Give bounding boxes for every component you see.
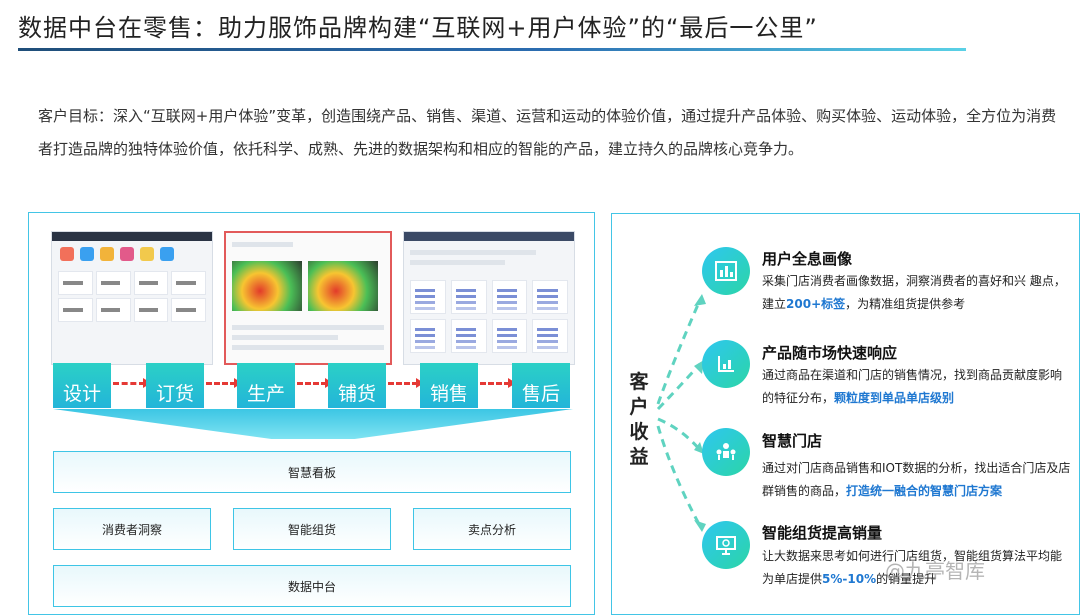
benefit-title: 智慧门店 — [762, 432, 823, 450]
smart-assortment-box: 智能组货 — [233, 508, 391, 550]
arrow-icon — [480, 378, 516, 388]
smart-dashboard-box: 智慧看板 — [53, 451, 571, 493]
arrow-icon — [388, 378, 424, 388]
presentation-icon — [702, 521, 750, 569]
value-chain-panel: 设计 订货 生产 铺货 销售 售后 智慧看板 消费者洞察 智能组货 卖点分析 数… — [28, 212, 595, 615]
benefit-title: 产品随市场快速响应 — [762, 344, 898, 362]
customer-benefit-panel: 客户收益 用户全息画像 采集门店消费者画像数据，洞察消费者的喜好和兴 趣点，建立… — [611, 213, 1080, 615]
stage-sales: 销售 — [420, 363, 478, 408]
watermark: @九亭智库 — [885, 559, 985, 583]
stage-production: 生产 — [237, 363, 295, 408]
benefit-title: 用户全息画像 — [762, 250, 853, 268]
stage-design: 设计 — [53, 363, 111, 408]
store-network-icon — [702, 428, 750, 476]
arrow-icon — [206, 378, 242, 388]
axis-chart-icon — [702, 340, 750, 388]
benefit-title: 智能组货提高销量 — [762, 524, 883, 542]
title-underline — [18, 48, 966, 51]
stage-order: 订货 — [146, 363, 204, 408]
analytics-screenshot — [403, 231, 575, 365]
benefit-description: 采集门店消费者画像数据，洞察消费者的喜好和兴 趣点，建立200+标签，为精准组货… — [762, 274, 1066, 311]
heatmap-screenshot — [224, 231, 392, 365]
arrow-icon — [113, 378, 151, 388]
intro-paragraph: 客户目标：深入“互联网+用户体验”变革，创造围绕产品、销售、渠道、运营和运动的体… — [38, 107, 1057, 158]
stage-distribution: 铺货 — [328, 363, 386, 408]
funnel-shape — [53, 409, 573, 439]
page-title: 数据中台在零售：助力服饰品牌构建“互联网+用户体验”的“最后一公里” — [18, 14, 818, 42]
bar-chart-icon — [702, 247, 750, 295]
consumer-insight-box: 消费者洞察 — [53, 508, 211, 550]
data-platform-box: 数据中台 — [53, 565, 571, 607]
benefit-description: 通过对门店商品销售和IOT数据的分析，找出适合门店及店群销售的商品，打造统一融合… — [762, 461, 1071, 498]
arrow-icon — [297, 378, 333, 388]
benefit-description: 通过商品在渠道和门店的销售情况，找到商品贡献度影响的特征分布，颗粒度到单品单店级… — [762, 368, 1063, 405]
selling-point-box: 卖点分析 — [413, 508, 571, 550]
stage-after-sales: 售后 — [512, 363, 570, 408]
dashboard-screenshot — [51, 231, 213, 365]
